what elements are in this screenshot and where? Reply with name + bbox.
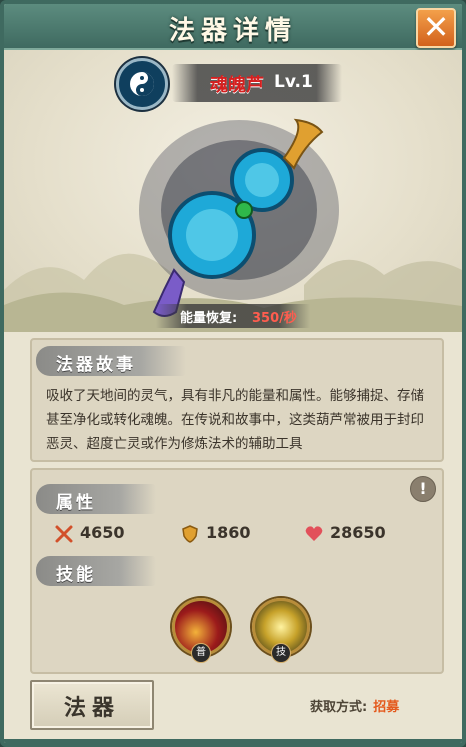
skills-heading-tag: 技能	[36, 556, 156, 586]
defense-value: 1860	[206, 523, 251, 542]
heart-icon	[305, 526, 323, 541]
skill-badge-normal: 普	[191, 643, 211, 663]
story-panel: 法器故事 吸收了天地间的灵气，具有非凡的能量和属性。能够捕捉、存储甚至净化或转化…	[30, 338, 444, 462]
item-name: 魂魄芦	[210, 75, 264, 96]
item-level: Lv.1	[274, 72, 313, 92]
artifact-detail-window: 法器详情 ✕ 魂魄芦 Lv.1 能量恢复: 350/秒 法器故事 吸收了天地间的…	[0, 0, 466, 747]
skill-lightning-icon[interactable]: 技	[252, 598, 310, 663]
crossed-swords-icon	[55, 525, 73, 543]
artifact-button-label: 法器	[63, 696, 120, 721]
acquire-method: 获取方式: 招募	[310, 696, 399, 715]
bottom-border	[4, 739, 462, 743]
close-icon: ✕	[422, 8, 450, 46]
attributes-panel: 属性 ! 4650 1860 28650 技能 普 技	[30, 468, 444, 674]
health-stat: 28650	[304, 522, 424, 546]
story-text: 吸收了天地间的灵气，具有非凡的能量和属性。能够捕捉、存储甚至净化或转化魂魄。在传…	[46, 388, 424, 452]
energy-value: 350/秒	[252, 311, 297, 326]
item-nameplate: 魂魄芦 Lv.1	[172, 64, 342, 102]
info-icon[interactable]: !	[410, 476, 436, 502]
defense-stat: 1860	[180, 522, 280, 546]
title-bar: 法器详情 ✕	[4, 4, 462, 51]
artifact-showcase: 魂魄芦 Lv.1	[4, 50, 462, 332]
attributes-heading: 属性	[56, 493, 96, 513]
artifact-button[interactable]: 法器	[30, 680, 154, 730]
health-value: 28650	[330, 523, 386, 542]
attack-value: 4650	[80, 523, 125, 542]
attributes-heading-tag: 属性	[36, 484, 156, 514]
close-button[interactable]: ✕	[416, 8, 456, 48]
attack-stat: 4650	[54, 522, 154, 546]
story-heading-tag: 法器故事	[36, 346, 186, 376]
window-title: 法器详情	[168, 16, 297, 46]
yin-yang-icon	[116, 58, 168, 110]
skills-heading: 技能	[56, 565, 96, 585]
acquire-label: 获取方式:	[310, 700, 368, 715]
acquire-value[interactable]: 招募	[373, 700, 399, 715]
energy-regen: 能量恢复: 350/秒	[156, 304, 310, 328]
energy-label: 能量恢复:	[180, 311, 238, 326]
skill-badge-skill: 技	[271, 643, 291, 663]
story-heading: 法器故事	[56, 355, 136, 375]
skill-fire-icon[interactable]: 普	[172, 598, 230, 663]
shield-icon	[182, 525, 198, 543]
